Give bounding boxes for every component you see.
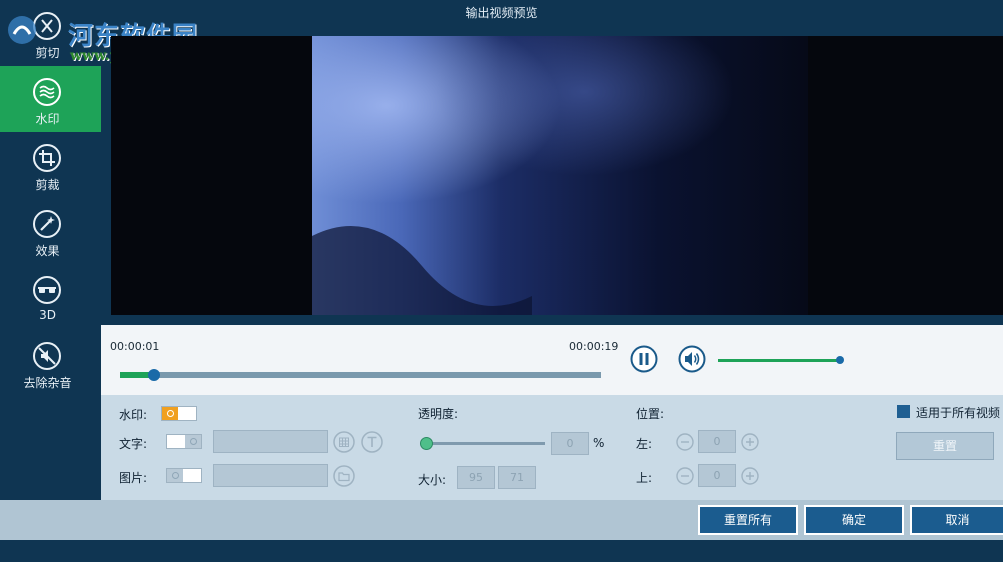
sidebar-item-3d[interactable]: 3D xyxy=(0,264,101,330)
sidebar-item-denoise[interactable]: 去除杂音 xyxy=(0,330,101,396)
sidebar-item-label: 剪裁 xyxy=(35,178,60,192)
position-top-input[interactable]: 0 xyxy=(698,464,736,487)
position-label: 位置: xyxy=(636,407,665,421)
ok-button[interactable]: 确定 xyxy=(804,505,904,535)
cancel-button[interactable]: 取消 xyxy=(910,505,1003,535)
watermark-label: 水印: xyxy=(119,408,148,422)
position-left-label: 左: xyxy=(636,437,653,451)
position-top-label: 上: xyxy=(636,471,653,485)
window-title: 输出视频预览 xyxy=(465,6,538,20)
opacity-slider[interactable] xyxy=(420,437,545,450)
toggle-dot xyxy=(167,410,174,417)
left-decrease-icon[interactable] xyxy=(676,433,694,451)
toggle-knob xyxy=(167,469,183,482)
total-time: 00:00:19 xyxy=(569,340,619,353)
opacity-handle[interactable] xyxy=(420,437,433,450)
left-increase-icon[interactable] xyxy=(741,433,759,451)
reset-button[interactable]: 重置 xyxy=(896,432,994,460)
pause-button[interactable] xyxy=(630,345,658,373)
top-increase-icon[interactable] xyxy=(741,467,759,485)
current-time: 00:00:01 xyxy=(110,340,160,353)
size-label: 大小: xyxy=(418,473,447,487)
sidebar-item-label: 效果 xyxy=(35,244,60,258)
crop-icon xyxy=(33,144,61,172)
watermark-icon xyxy=(33,78,61,106)
image-toggle[interactable] xyxy=(166,468,202,483)
toggle-dot xyxy=(190,438,197,445)
text-toggle[interactable] xyxy=(166,434,202,449)
sidebar-item-effects[interactable]: 效果 xyxy=(0,198,101,264)
size-width-input[interactable]: 95 xyxy=(457,466,495,489)
opacity-label: 透明度: xyxy=(418,407,459,421)
volume-handle[interactable] xyxy=(836,356,844,364)
seek-handle[interactable] xyxy=(147,369,160,381)
text-style-icon[interactable] xyxy=(361,431,383,453)
volume-icon[interactable] xyxy=(678,345,706,373)
size-height-input[interactable]: 71 xyxy=(498,466,536,489)
opacity-input[interactable]: 0 xyxy=(551,432,589,455)
volume-slider[interactable] xyxy=(718,356,844,364)
opacity-unit: % xyxy=(593,436,605,450)
footer-bar: 重置所有 确定 取消 xyxy=(0,500,1003,540)
font-grid-icon[interactable] xyxy=(333,431,355,453)
3d-glasses-icon xyxy=(33,276,61,304)
effects-icon xyxy=(33,210,61,238)
toggle-knob xyxy=(185,435,201,448)
toggle-dot xyxy=(172,472,179,479)
reset-all-button[interactable]: 重置所有 xyxy=(698,505,798,535)
text-input[interactable] xyxy=(213,430,328,453)
playback-controls: 00:00:01 00:00:19 xyxy=(101,325,1003,395)
sidebar-item-label: 3D xyxy=(39,308,56,322)
watermark-toggle[interactable] xyxy=(161,406,197,421)
image-input[interactable] xyxy=(213,464,328,487)
sidebar-item-crop[interactable]: 剪裁 xyxy=(0,132,101,198)
video-frame xyxy=(312,36,808,315)
position-left-input[interactable]: 0 xyxy=(698,430,736,453)
sidebar: 剪切 水印 剪裁 效果 3D 去除杂音 xyxy=(0,0,101,500)
toggle-knob xyxy=(162,407,178,420)
video-preview xyxy=(111,36,1003,315)
sidebar-item-label: 水印 xyxy=(35,112,60,126)
bottom-strip xyxy=(0,540,1003,562)
apply-all-checkbox[interactable] xyxy=(897,405,910,418)
site-logo-icon xyxy=(8,16,36,44)
sidebar-item-label: 去除杂音 xyxy=(23,376,72,390)
top-decrease-icon[interactable] xyxy=(676,467,694,485)
folder-icon[interactable] xyxy=(333,465,355,487)
seek-bar[interactable] xyxy=(120,369,601,381)
apply-all-label: 适用于所有视频 xyxy=(916,406,1001,420)
denoise-icon xyxy=(33,342,61,370)
image-label: 图片: xyxy=(119,471,148,485)
text-label: 文字: xyxy=(119,437,148,451)
watermark-settings: 水印: 文字: 图片: 透明度: 0 % 大小: 95 71 位置: 左: 0 … xyxy=(101,395,1003,500)
sidebar-item-watermark[interactable]: 水印 xyxy=(0,66,101,132)
